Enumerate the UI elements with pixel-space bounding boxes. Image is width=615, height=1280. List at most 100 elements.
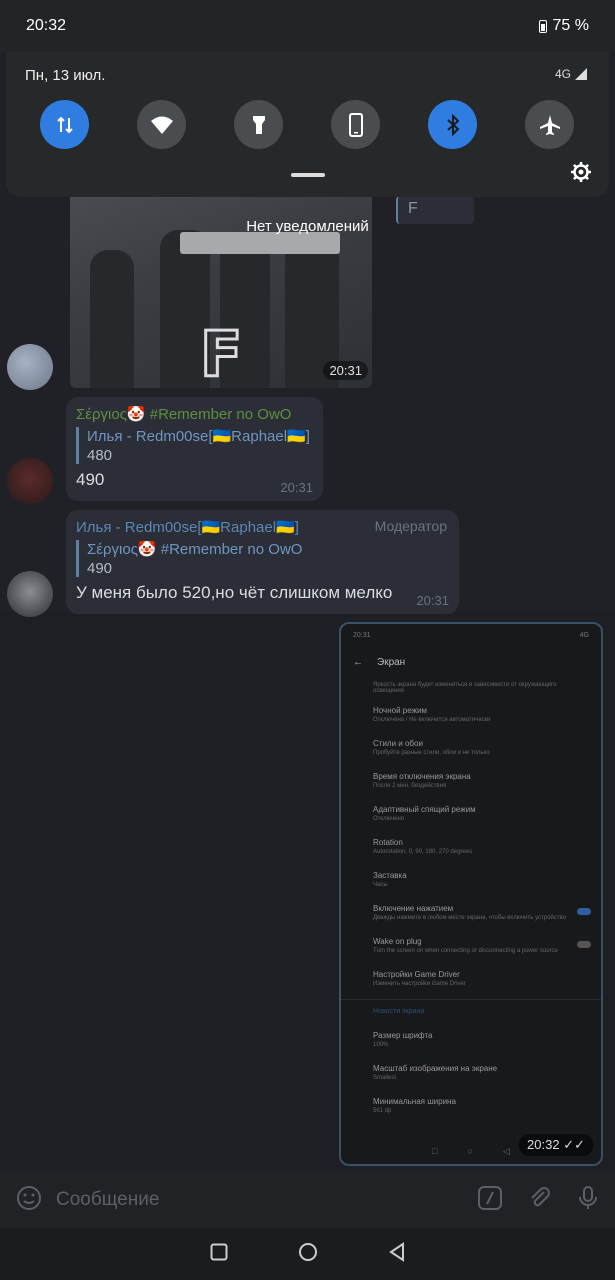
no-notifications-label: Нет уведомлений xyxy=(246,218,369,235)
status-right: 75 % xyxy=(538,17,589,35)
screenshot-time: 20:32 ✓✓ xyxy=(519,1134,593,1156)
message-sender[interactable]: Σέργιος🤡 #Remember no OwO xyxy=(76,405,313,423)
shot-setting-subtitle: После 2 мин. бездействия xyxy=(373,783,447,789)
network-indicator: 4G xyxy=(555,67,587,81)
input-actions xyxy=(477,1185,599,1216)
avatar[interactable] xyxy=(7,344,53,390)
message-text: У меня было 520,но чёт слишком мелко xyxy=(76,583,393,602)
battery-icon xyxy=(538,19,547,33)
shot-setting-title: Ночной режим xyxy=(373,706,427,715)
wifi-toggle[interactable] xyxy=(137,100,186,149)
reply-quote[interactable]: Илья - Redm00se[🇺🇦Raphael🇺🇦] 480 xyxy=(76,427,313,464)
shot-setting-item: Настройки Game Driver Изменить настройки … xyxy=(341,962,601,995)
shot-setting-item: Масштаб изображения на экране Smallest xyxy=(341,1056,601,1089)
photo-coffin xyxy=(180,232,340,254)
shot-setting-subtitle: Autorotation, 0, 90, 180, 270 degrees xyxy=(373,849,473,855)
shot-setting-item: Включение нажатием Дважды нажмите в любом… xyxy=(341,896,601,929)
shot-status-right: 4G xyxy=(579,632,589,639)
shot-setting-item: Стили и обои Пробуйте разные стили, обои … xyxy=(341,731,601,764)
shot-setting-title: Wake on plug xyxy=(373,937,422,946)
shot-setting-subtitle: Smallest xyxy=(373,1075,397,1081)
shot-setting-title: Адаптивный спящий режим xyxy=(373,805,476,814)
reply-text: 480 xyxy=(87,447,113,464)
back-button[interactable] xyxy=(388,1241,406,1267)
message-time: 20:31 xyxy=(416,593,449,608)
shot-setting-subtitle: Turn the screen on when connecting or di… xyxy=(373,948,558,954)
shot-settings-list: Ночной режим Отключено / Не включится авт… xyxy=(341,698,601,995)
photo-time: 20:31 xyxy=(323,361,368,380)
shot-setting-title: Настройки Game Driver xyxy=(373,970,460,979)
back-arrow-icon: ← xyxy=(353,657,363,668)
flashlight-toggle[interactable] xyxy=(234,100,283,149)
recents-button[interactable] xyxy=(210,1243,228,1266)
message-input[interactable]: Сообщение xyxy=(56,1189,477,1211)
shade-drag-handle[interactable] xyxy=(291,173,325,177)
settings-button[interactable] xyxy=(570,161,592,188)
message-text: 490 xyxy=(76,470,105,489)
airplane-icon xyxy=(539,114,560,135)
reply-quote[interactable]: Σέργιος🤡 #Remember no OwO 490 xyxy=(76,540,449,577)
slash-command-icon xyxy=(478,1185,502,1210)
screenshot-time-text: 20:32 xyxy=(527,1137,560,1152)
reply-text: 490 xyxy=(87,560,113,577)
shot-setting-title: Rotation xyxy=(373,838,403,847)
notification-shade[interactable]: Пн, 13 июл. 4G xyxy=(6,52,609,197)
message-input-bar[interactable]: Сообщение xyxy=(0,1172,615,1228)
message-bubble[interactable]: Σέργιος🤡 #Remember no OwO Илья - Redm00s… xyxy=(66,397,323,501)
square-icon xyxy=(210,1243,227,1260)
shot-section-header: Новости экрана xyxy=(341,999,601,1023)
status-bar: 20:32 75 % xyxy=(0,0,615,52)
shot-setting-title: Размер шрифта xyxy=(373,1031,433,1040)
shot-setting-title: Включение нажатием xyxy=(373,904,454,913)
shot-status-bar: 20:31 4G xyxy=(341,624,601,647)
avatar[interactable] xyxy=(7,571,53,617)
shot-title: Экран xyxy=(377,657,406,668)
avatar[interactable] xyxy=(7,458,53,504)
message-bubble[interactable]: Илья - Redm00se[🇺🇦Raphael🇺🇦] Модератор Σ… xyxy=(66,510,459,614)
shade-date: Пн, 13 июл. xyxy=(25,67,106,84)
wifi-icon xyxy=(150,116,173,134)
shot-setting-item: Заставка Часы xyxy=(341,863,601,896)
read-checks-icon: ✓✓ xyxy=(563,1137,585,1152)
message-time: 20:31 xyxy=(280,480,313,495)
auto-rotate-toggle[interactable] xyxy=(331,100,380,149)
photo-overlay-letter: F xyxy=(198,317,243,389)
signal-icon xyxy=(575,68,587,80)
triangle-icon: ◁ xyxy=(502,1145,510,1156)
system-navigation-bar xyxy=(0,1228,615,1280)
circle-icon xyxy=(298,1242,317,1261)
network-type: 4G xyxy=(554,67,571,81)
shot-setting-title: Заставка xyxy=(373,871,407,880)
screenshot-message[interactable]: 20:31 4G ← Экран Яркость экрана будет из… xyxy=(339,622,603,1166)
bot-commands-button[interactable] xyxy=(477,1185,503,1216)
photo-figure xyxy=(90,250,134,388)
shot-toggle-off xyxy=(577,941,591,948)
shot-setting-item: Время отключения экрана После 2 мин. безд… xyxy=(341,764,601,797)
circle-icon: ○ xyxy=(467,1146,473,1156)
attach-button[interactable] xyxy=(527,1185,553,1216)
airplane-mode-toggle[interactable] xyxy=(525,100,574,149)
triangle-back-icon xyxy=(388,1241,404,1262)
square-icon: □ xyxy=(432,1146,438,1156)
shot-setting-title: Время отключения экрана xyxy=(373,772,471,781)
bluetooth-icon xyxy=(446,113,459,136)
shot-setting-subtitle: Пробуйте разные стили, обои и не только xyxy=(373,750,490,756)
gear-icon xyxy=(571,162,591,182)
bluetooth-toggle[interactable] xyxy=(428,100,477,149)
reply-sender: Илья - Redm00se[🇺🇦Raphael🇺🇦] xyxy=(87,428,310,445)
shot-setting-subtitle: Изменить настройки Game Driver xyxy=(373,981,466,987)
mobile-data-toggle[interactable] xyxy=(40,100,89,149)
reply-sender: Σέργιος🤡 #Remember no OwO xyxy=(87,541,303,558)
shot-setting-item: Ночной режим Отключено / Не включится авт… xyxy=(341,698,601,731)
data-arrows-icon xyxy=(56,116,73,133)
home-button[interactable] xyxy=(298,1242,318,1267)
shot-setting-subtitle: Дважды нажмите в любом месте экрана, что… xyxy=(373,915,566,921)
paperclip-icon xyxy=(531,1186,550,1206)
shot-setting-subtitle: Отключено / Не включится автоматически xyxy=(373,717,491,723)
shot-setting-subtitle: 561 dp xyxy=(373,1108,392,1114)
emoji-button[interactable] xyxy=(16,1185,42,1216)
shot-header: ← Экран xyxy=(341,647,601,678)
shot-settings-list-2: Размер шрифта 100% Масштаб изображения на … xyxy=(341,1023,601,1122)
shot-status-time: 20:31 xyxy=(353,632,371,639)
voice-record-button[interactable] xyxy=(577,1185,599,1216)
